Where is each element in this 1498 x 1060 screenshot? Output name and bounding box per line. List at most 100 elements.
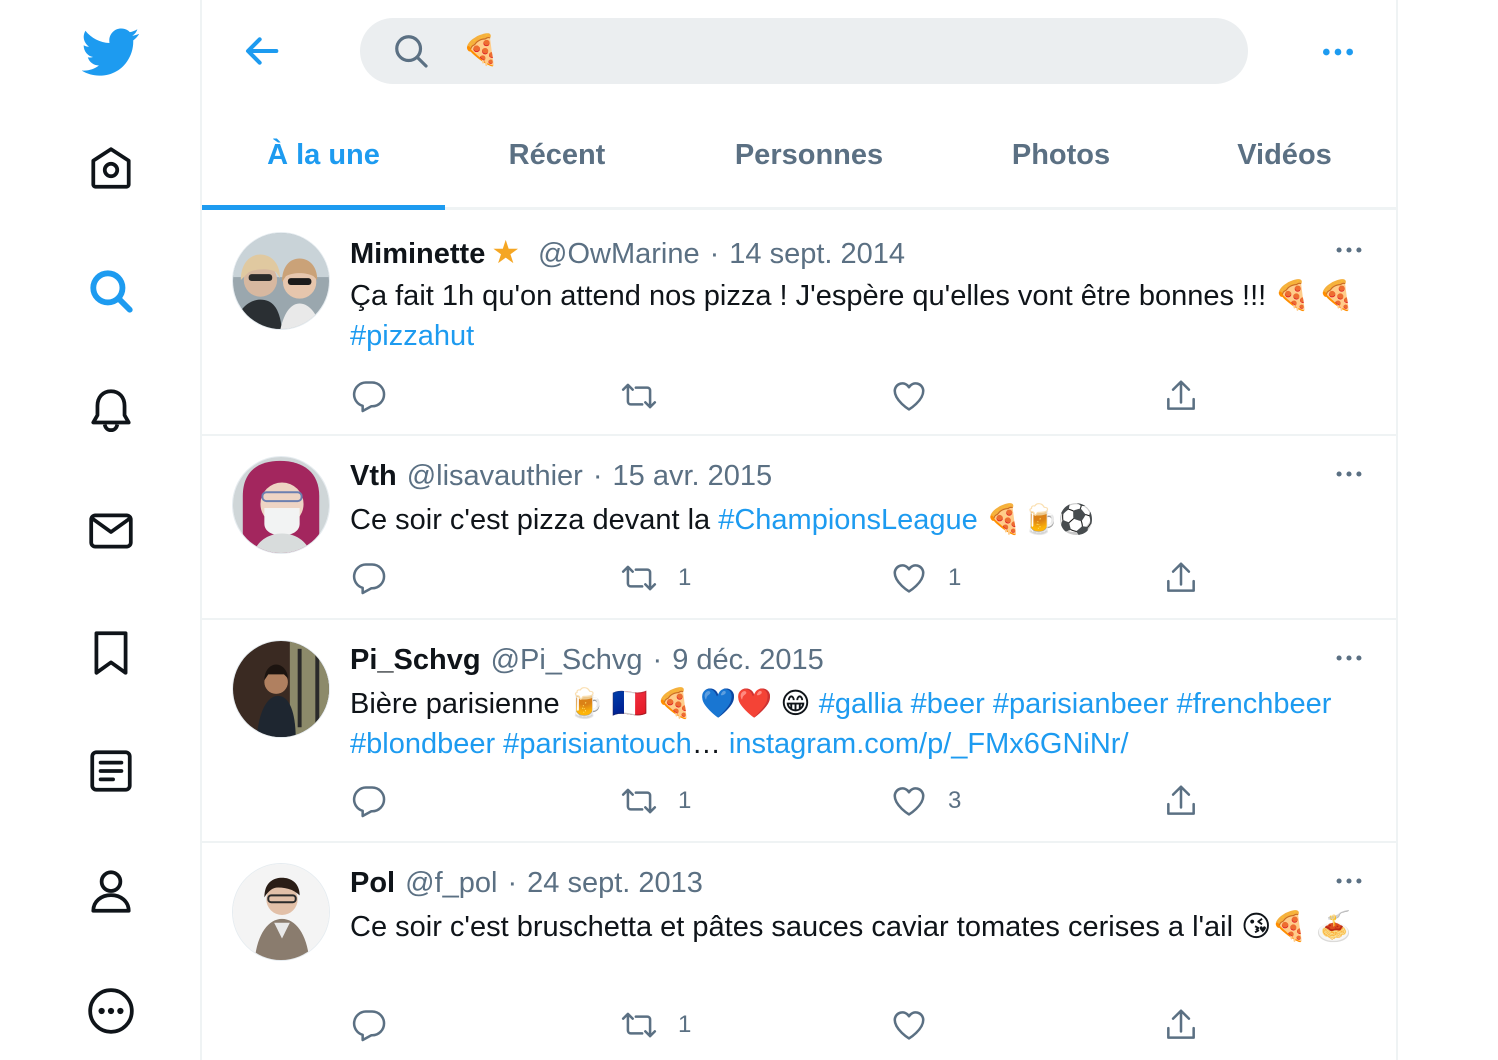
search-header bbox=[202, 0, 1396, 104]
share-button[interactable] bbox=[1162, 376, 1200, 416]
share-icon bbox=[1167, 380, 1195, 410]
search-results-column: À la une Récent Personnes Photos Vidéos … bbox=[200, 0, 1398, 1060]
tweet[interactable]: Miminette ★ @OwMarine · 14 sept. 2014 Ça fai… bbox=[202, 212, 1396, 436]
retweet-icon bbox=[621, 383, 657, 409]
reply-button[interactable] bbox=[350, 376, 408, 416]
reply-button[interactable] bbox=[350, 1005, 408, 1045]
home-icon[interactable] bbox=[80, 138, 142, 200]
share-icon bbox=[1167, 1009, 1195, 1039]
reply-button[interactable] bbox=[350, 558, 408, 598]
more-horizontal-icon bbox=[1336, 655, 1362, 661]
retweet-button[interactable]: 1 bbox=[620, 1005, 691, 1045]
username[interactable]: @f_pol bbox=[405, 867, 497, 899]
retweet-icon bbox=[621, 788, 657, 814]
tweet-more-button[interactable] bbox=[1322, 230, 1376, 270]
search-bar[interactable] bbox=[360, 18, 1248, 84]
display-name[interactable]: Vth bbox=[350, 460, 397, 492]
retweet-button[interactable] bbox=[620, 376, 678, 416]
star-badge-icon: ★ bbox=[491, 234, 521, 270]
twitter-app: À la une Récent Personnes Photos Vidéos … bbox=[0, 0, 1498, 1060]
tab-top[interactable]: À la une bbox=[202, 104, 445, 210]
tweet-date[interactable]: 9 déc. 2015 bbox=[672, 644, 824, 676]
username[interactable]: @lisavauthier bbox=[407, 460, 583, 492]
display-name[interactable]: Pi_Schvg bbox=[350, 644, 481, 676]
tweet-text: Ça fait 1h qu'on attend nos pizza ! J'es… bbox=[350, 276, 1360, 356]
tweet-more-button[interactable] bbox=[1322, 861, 1376, 901]
share-button[interactable] bbox=[1162, 781, 1200, 821]
avatar[interactable] bbox=[232, 640, 330, 738]
username[interactable]: @Pi_Schvg bbox=[491, 644, 643, 676]
tweet[interactable]: Pol @f_pol · 24 sept. 2013 Ce soir c'est br… bbox=[202, 843, 1396, 1060]
avatar[interactable] bbox=[232, 456, 330, 554]
like-button[interactable]: 1 bbox=[890, 558, 961, 598]
retweet-icon bbox=[621, 565, 657, 591]
avatar[interactable] bbox=[232, 232, 330, 330]
avatar[interactable] bbox=[232, 863, 330, 961]
retweet-count: 1 bbox=[678, 564, 692, 591]
text-part: Ça fait 1h qu'on attend nos pizza ! J'es… bbox=[350, 280, 1355, 312]
more-icon[interactable] bbox=[80, 980, 142, 1042]
profile-icon[interactable] bbox=[80, 860, 142, 922]
search-icon bbox=[395, 35, 428, 68]
external-link[interactable]: instagram.com/p/_FMx6GNiNr/ bbox=[729, 728, 1129, 760]
search-tabs: À la une Récent Personnes Photos Vidéos bbox=[202, 104, 1396, 210]
tab-photos[interactable]: Photos bbox=[949, 104, 1173, 207]
notifications-bell-icon[interactable] bbox=[80, 380, 142, 442]
text-part: 🍕🍺⚽ bbox=[977, 504, 1095, 536]
heart-icon bbox=[893, 787, 925, 816]
share-icon bbox=[1167, 562, 1195, 592]
heart-icon bbox=[893, 1011, 925, 1040]
tweet-date[interactable]: 14 sept. 2014 bbox=[729, 238, 905, 270]
tab-people[interactable]: Personnes bbox=[669, 104, 949, 207]
reply-icon bbox=[352, 381, 386, 413]
back-button[interactable] bbox=[238, 26, 288, 76]
explore-search-icon[interactable] bbox=[80, 260, 142, 322]
tab-label: Vidéos bbox=[1237, 139, 1332, 171]
active-tab-indicator bbox=[202, 205, 445, 210]
retweet-button[interactable]: 1 bbox=[620, 781, 691, 821]
display-name[interactable]: Miminette bbox=[350, 238, 485, 270]
tweet-date[interactable]: 24 sept. 2013 bbox=[527, 867, 703, 899]
twitter-logo-icon[interactable] bbox=[80, 20, 142, 82]
like-button[interactable]: 3 bbox=[890, 781, 961, 821]
reply-icon bbox=[352, 786, 386, 818]
hashtag-link[interactable]: #ChampionsLeague bbox=[718, 504, 978, 536]
messages-envelope-icon[interactable] bbox=[80, 500, 142, 562]
like-button[interactable] bbox=[890, 376, 948, 416]
tweet-text: Ce soir c'est pizza devant la #Champions… bbox=[350, 500, 1360, 540]
tweet-header: Miminette ★ @OwMarine · 14 sept. 2014 bbox=[350, 232, 905, 272]
tweet-header: Pol @f_pol · 24 sept. 2013 bbox=[350, 863, 703, 903]
tweet-more-button[interactable] bbox=[1322, 638, 1376, 678]
tab-latest[interactable]: Récent bbox=[445, 104, 669, 207]
hashtag-link[interactable]: #pizzahut bbox=[350, 320, 474, 352]
tweet-text: Ce soir c'est bruschetta et pâtes sauces… bbox=[350, 907, 1360, 947]
share-button[interactable] bbox=[1162, 1005, 1200, 1045]
retweet-button[interactable]: 1 bbox=[620, 558, 691, 598]
text-part: … bbox=[691, 728, 729, 760]
bookmarks-icon[interactable] bbox=[80, 622, 142, 684]
more-horizontal-icon bbox=[1336, 247, 1362, 253]
tweet-actions: 1 bbox=[350, 1005, 1350, 1045]
more-options-button[interactable] bbox=[1312, 26, 1364, 78]
tweet[interactable]: Pi_Schvg @Pi_Schvg · 9 déc. 2015 Bière pari… bbox=[202, 620, 1396, 843]
reply-button[interactable] bbox=[350, 781, 408, 821]
tab-label: Photos bbox=[1011, 139, 1111, 171]
tweet-header: Pi_Schvg @Pi_Schvg · 9 déc. 2015 bbox=[350, 640, 824, 680]
search-input[interactable] bbox=[462, 32, 1162, 70]
tweet[interactable]: Vth @lisavauthier · 15 avr. 2015 Ce soir c'… bbox=[202, 436, 1396, 620]
tweet-actions: 1 1 bbox=[350, 558, 1350, 598]
display-name[interactable]: Pol bbox=[350, 867, 395, 899]
share-icon bbox=[1167, 785, 1195, 815]
username[interactable]: @OwMarine bbox=[538, 238, 700, 270]
tweet-date[interactable]: 15 avr. 2015 bbox=[613, 460, 773, 492]
tab-videos[interactable]: Vidéos bbox=[1173, 104, 1396, 207]
text-part: Bière parisienne 🍺 🇫🇷 🍕 💙❤️ 😁 bbox=[350, 688, 819, 720]
tweet-header: Vth @lisavauthier · 15 avr. 2015 bbox=[350, 456, 772, 496]
more-horizontal-icon bbox=[1336, 471, 1362, 477]
like-button[interactable] bbox=[890, 1005, 948, 1045]
tweet-more-button[interactable] bbox=[1322, 454, 1376, 494]
share-button[interactable] bbox=[1162, 558, 1200, 598]
lists-icon[interactable] bbox=[80, 740, 142, 802]
text-part: Ce soir c'est bruschetta et pâtes sauces… bbox=[350, 911, 1352, 943]
reply-icon bbox=[352, 563, 386, 595]
